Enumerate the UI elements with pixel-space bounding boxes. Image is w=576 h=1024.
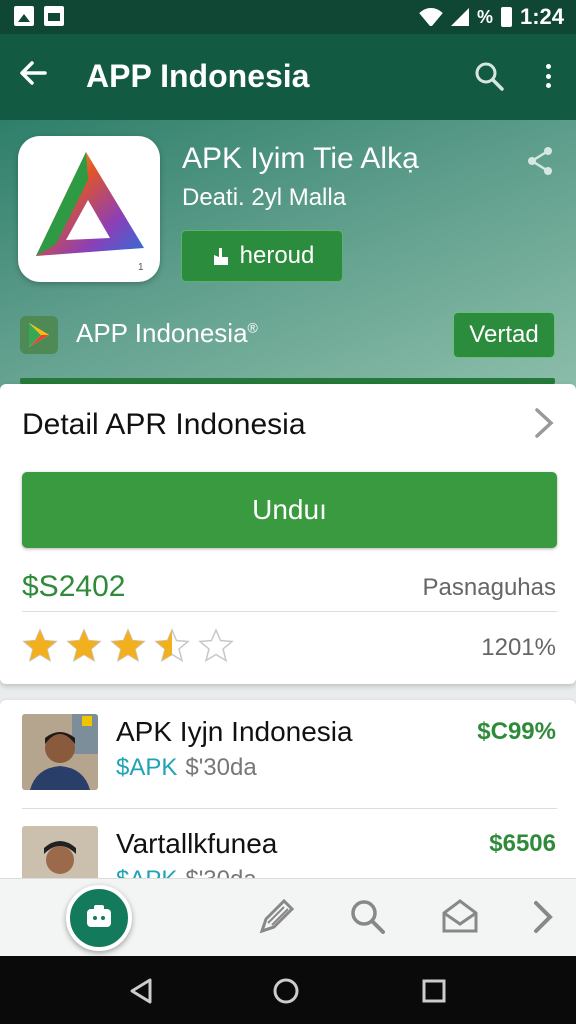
recents-square-icon[interactable] xyxy=(421,978,447,1004)
heroud-label: heroud xyxy=(239,242,315,269)
avatar xyxy=(22,714,98,790)
share-icon[interactable] xyxy=(526,146,554,176)
app-subtitle: Deati. 2yl Malla xyxy=(182,184,347,211)
clock: 1:24 xyxy=(519,4,564,29)
app-bar: APP Indonesia xyxy=(0,34,576,120)
battery-icon xyxy=(500,7,512,27)
status-left-icons xyxy=(14,6,64,26)
app-hero: 1 APK Iyim Tie Alkạ Deati. 2yl Malla her… xyxy=(0,120,576,410)
play-store-icon xyxy=(20,316,58,354)
star-half-icon xyxy=(154,628,190,663)
list-item-sub: $APK $'30da xyxy=(116,754,257,782)
undu-button[interactable]: Unduı xyxy=(22,472,557,548)
divider xyxy=(22,611,557,612)
system-nav-bar xyxy=(0,956,576,1024)
star-full-icon xyxy=(66,628,102,663)
detail-card: Detail APR Indonesia Unduı $S2402 Pasnag… xyxy=(0,384,576,684)
list-item-price: $6506 xyxy=(489,830,556,857)
star-full-icon xyxy=(22,628,58,663)
list-item-title: APK Iyjn Indonesia xyxy=(116,716,353,747)
signal-icon xyxy=(450,8,469,26)
status-right: % 1:24 xyxy=(419,4,564,30)
store-name: APP Indonesia® xyxy=(76,318,258,348)
home-circle-icon[interactable] xyxy=(273,978,299,1004)
star-empty-icon xyxy=(198,628,234,663)
mail-icon[interactable] xyxy=(440,897,480,937)
page-title: APP Indonesia xyxy=(86,58,310,94)
price-side-label: Pasnaguhas xyxy=(422,574,556,601)
detail-title[interactable]: Detail APR Indonesia xyxy=(22,408,306,442)
status-bar: % 1:24 xyxy=(0,0,576,34)
heroud-button[interactable]: heroud xyxy=(181,230,343,282)
list-item-price: $C99% xyxy=(477,718,556,745)
bottom-nav xyxy=(0,878,576,956)
list-item-amount: $'30da xyxy=(185,754,257,781)
app-title: APK Iyim Tie Alkạ xyxy=(182,142,419,175)
list-item-title: Vartallkfunea xyxy=(116,828,278,859)
chat-bubble-icon[interactable] xyxy=(66,885,132,951)
star-rating xyxy=(22,628,234,664)
rating-percent: 1201% xyxy=(481,634,556,661)
star-full-icon xyxy=(110,628,146,663)
chevron-right-icon[interactable] xyxy=(532,406,556,440)
divider xyxy=(22,808,557,809)
wifi-icon xyxy=(419,8,443,26)
search-icon[interactable] xyxy=(474,61,504,91)
back-arrow-icon[interactable] xyxy=(18,58,48,96)
battery-percent-text: % xyxy=(476,6,493,27)
photo-icon xyxy=(14,6,34,26)
edit-pen-icon[interactable] xyxy=(256,897,296,937)
svg-text:1: 1 xyxy=(138,262,144,273)
download-hand-icon xyxy=(213,248,228,265)
vertad-button[interactable]: Vertad xyxy=(453,312,555,358)
calendar-icon xyxy=(44,6,64,26)
more-vert-icon[interactable] xyxy=(536,61,560,91)
search-icon[interactable] xyxy=(348,897,388,937)
app-logo: 1 xyxy=(18,136,160,282)
back-triangle-icon[interactable] xyxy=(128,978,154,1004)
store-row: APP Indonesia® Vertad xyxy=(20,312,560,358)
list-item[interactable]: APK Iyjn Indonesia $APK $'30da $C99% xyxy=(0,700,576,809)
chevron-right-icon[interactable] xyxy=(528,897,568,937)
list-item-tag: $APK xyxy=(116,754,178,781)
price-value: $S2402 xyxy=(22,570,126,603)
